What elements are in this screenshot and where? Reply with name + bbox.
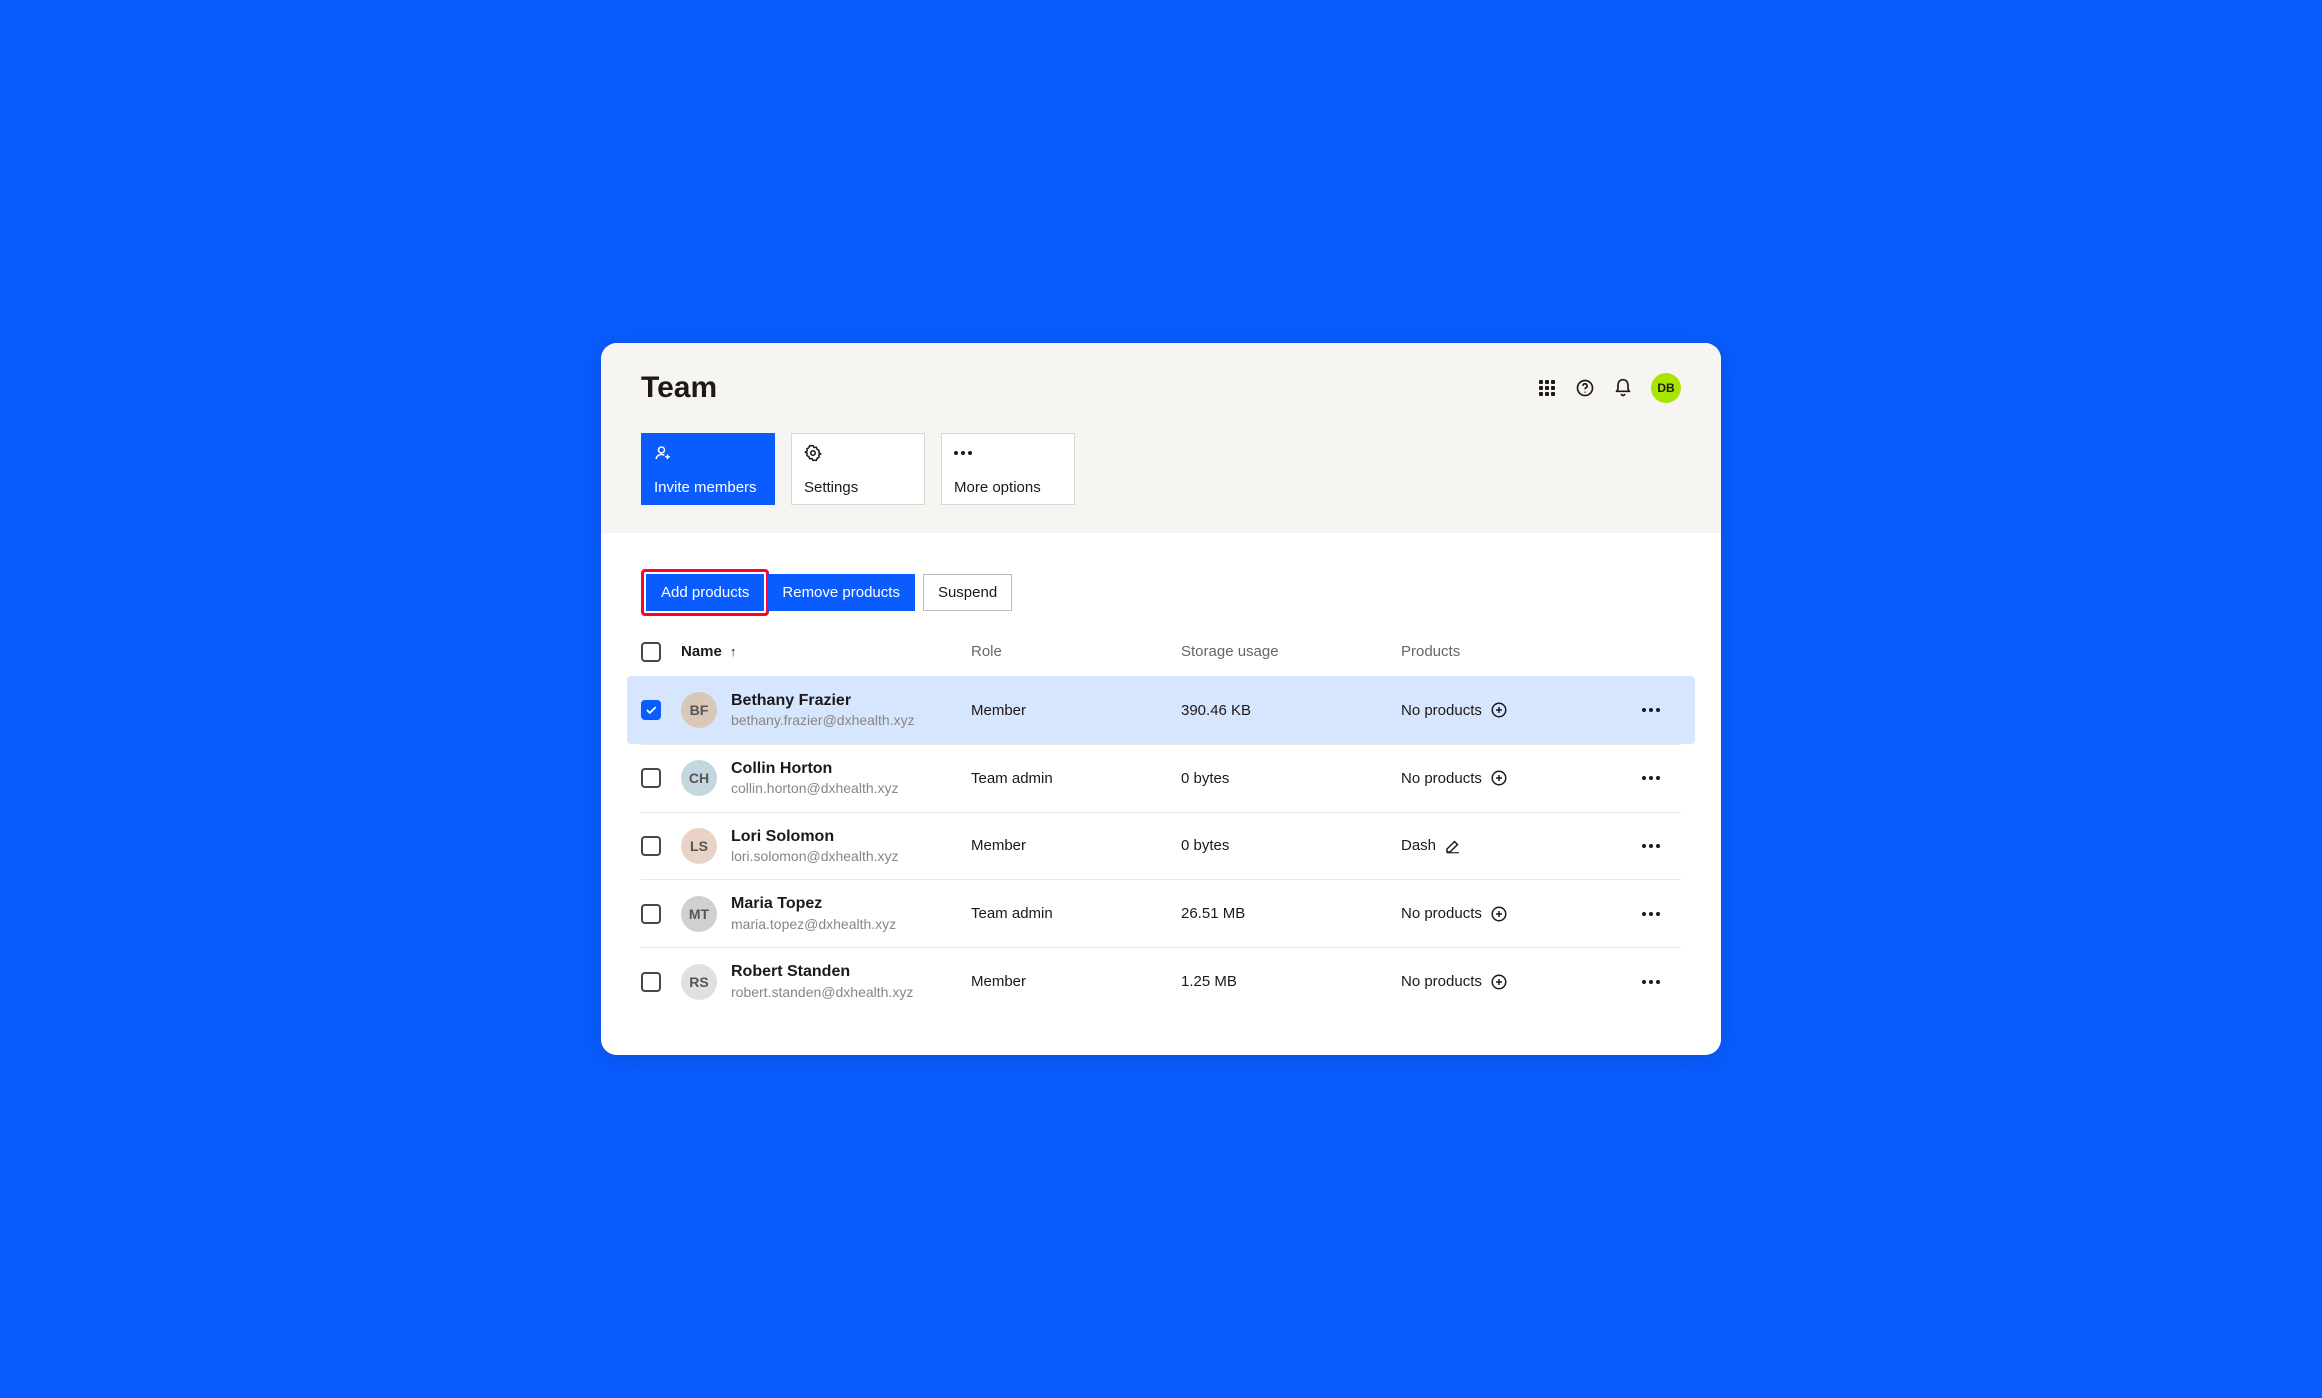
table-row[interactable]: RS Robert Standenrobert.standen@dxhealth.… — [641, 947, 1681, 1015]
invite-icon — [654, 444, 762, 462]
table-row[interactable]: MT Maria Topezmaria.topez@dxhealth.xyz Tea… — [641, 879, 1681, 947]
storage-usage: 0 bytes — [1181, 837, 1401, 854]
suspend-button[interactable]: Suspend — [923, 574, 1012, 611]
member-role: Team admin — [971, 770, 1181, 787]
add-product-icon[interactable] — [1490, 973, 1508, 991]
member-avatar: MT — [681, 896, 717, 932]
column-storage[interactable]: Storage usage — [1181, 643, 1401, 660]
storage-usage: 1.25 MB — [1181, 973, 1401, 990]
member-avatar: CH — [681, 760, 717, 796]
products-cell[interactable]: No products — [1401, 701, 1621, 719]
column-role[interactable]: Role — [971, 643, 1181, 660]
action-cards: Invite members Settings More options — [641, 433, 1681, 533]
member-name: Bethany Frazier — [731, 691, 915, 712]
help-icon[interactable] — [1575, 378, 1595, 398]
select-all-checkbox[interactable] — [641, 642, 661, 662]
row-more-actions[interactable] — [1621, 708, 1681, 712]
member-email: lori.solomon@dxhealth.xyz — [731, 847, 899, 865]
more-icon — [1642, 912, 1660, 916]
member-role: Member — [971, 973, 1181, 990]
member-email: collin.horton@dxhealth.xyz — [731, 779, 899, 797]
bulk-actions-bar: Add products Remove products Suspend — [641, 569, 1681, 616]
apps-grid-icon[interactable] — [1537, 378, 1557, 398]
members-table: Name ↑ Role Storage usage Products BF Bet… — [641, 636, 1681, 1016]
invite-members-card[interactable]: Invite members — [641, 433, 775, 505]
add-product-icon[interactable] — [1490, 769, 1508, 787]
row-checkbox[interactable] — [641, 700, 661, 720]
more-icon — [1642, 776, 1660, 780]
row-more-actions[interactable] — [1621, 980, 1681, 984]
products-label: Dash — [1401, 837, 1436, 854]
gear-icon — [804, 444, 912, 462]
panel-header: Team DB Invite members — [601, 343, 1721, 533]
products-label: No products — [1401, 770, 1482, 787]
table-header-row: Name ↑ Role Storage usage Products — [641, 636, 1681, 676]
column-name[interactable]: Name ↑ — [681, 643, 971, 660]
member-role: Member — [971, 837, 1181, 854]
row-more-actions[interactable] — [1621, 776, 1681, 780]
more-icon — [1642, 980, 1660, 984]
row-checkbox[interactable] — [641, 904, 661, 924]
member-name: Maria Topez — [731, 894, 896, 915]
more-icon — [954, 444, 1062, 462]
products-label: No products — [1401, 702, 1482, 719]
notifications-icon[interactable] — [1613, 378, 1633, 398]
row-more-actions[interactable] — [1621, 912, 1681, 916]
products-cell[interactable]: No products — [1401, 905, 1621, 923]
member-name: Collin Horton — [731, 759, 899, 780]
more-icon — [1642, 844, 1660, 848]
edit-product-icon[interactable] — [1444, 837, 1462, 855]
member-name: Robert Standen — [731, 962, 913, 983]
member-name: Lori Solomon — [731, 827, 899, 848]
row-checkbox[interactable] — [641, 972, 661, 992]
table-row[interactable]: LS Lori Solomonlori.solomon@dxhealth.xyz M… — [641, 812, 1681, 880]
member-email: robert.standen@dxhealth.xyz — [731, 983, 913, 1001]
invite-members-label: Invite members — [654, 479, 762, 496]
more-options-label: More options — [954, 479, 1062, 496]
row-checkbox[interactable] — [641, 768, 661, 788]
member-avatar: LS — [681, 828, 717, 864]
member-role: Member — [971, 702, 1181, 719]
remove-products-button[interactable]: Remove products — [767, 574, 915, 611]
member-avatar: BF — [681, 692, 717, 728]
row-checkbox[interactable] — [641, 836, 661, 856]
products-cell[interactable]: No products — [1401, 769, 1621, 787]
member-email: maria.topez@dxhealth.xyz — [731, 915, 896, 933]
member-avatar: RS — [681, 964, 717, 1000]
products-label: No products — [1401, 973, 1482, 990]
table-row[interactable]: BF Bethany Frazierbethany.frazier@dxhealt… — [627, 676, 1695, 744]
products-cell[interactable]: No products — [1401, 973, 1621, 991]
table-row[interactable]: CH Collin Hortoncollin.horton@dxhealth.xy… — [641, 744, 1681, 812]
page-title: Team — [641, 371, 717, 405]
storage-usage: 26.51 MB — [1181, 905, 1401, 922]
column-products[interactable]: Products — [1401, 643, 1621, 660]
add-product-icon[interactable] — [1490, 905, 1508, 923]
products-label: No products — [1401, 905, 1482, 922]
member-email: bethany.frazier@dxhealth.xyz — [731, 711, 915, 729]
settings-label: Settings — [804, 479, 912, 496]
user-avatar[interactable]: DB — [1651, 373, 1681, 403]
settings-card[interactable]: Settings — [791, 433, 925, 505]
more-options-card[interactable]: More options — [941, 433, 1075, 505]
member-role: Team admin — [971, 905, 1181, 922]
products-cell[interactable]: Dash — [1401, 837, 1621, 855]
add-product-icon[interactable] — [1490, 701, 1508, 719]
row-more-actions[interactable] — [1621, 844, 1681, 848]
sort-ascending-icon: ↑ — [730, 644, 737, 659]
storage-usage: 390.46 KB — [1181, 702, 1401, 719]
add-products-highlight: Add products — [641, 569, 769, 616]
more-icon — [1642, 708, 1660, 712]
storage-usage: 0 bytes — [1181, 770, 1401, 787]
add-products-button[interactable]: Add products — [646, 574, 764, 611]
team-admin-panel: Team DB Invite members — [601, 343, 1721, 1056]
panel-body: Add products Remove products Suspend Nam… — [601, 533, 1721, 1056]
header-toolbar: DB — [1537, 373, 1681, 403]
column-name-label: Name — [681, 643, 722, 660]
